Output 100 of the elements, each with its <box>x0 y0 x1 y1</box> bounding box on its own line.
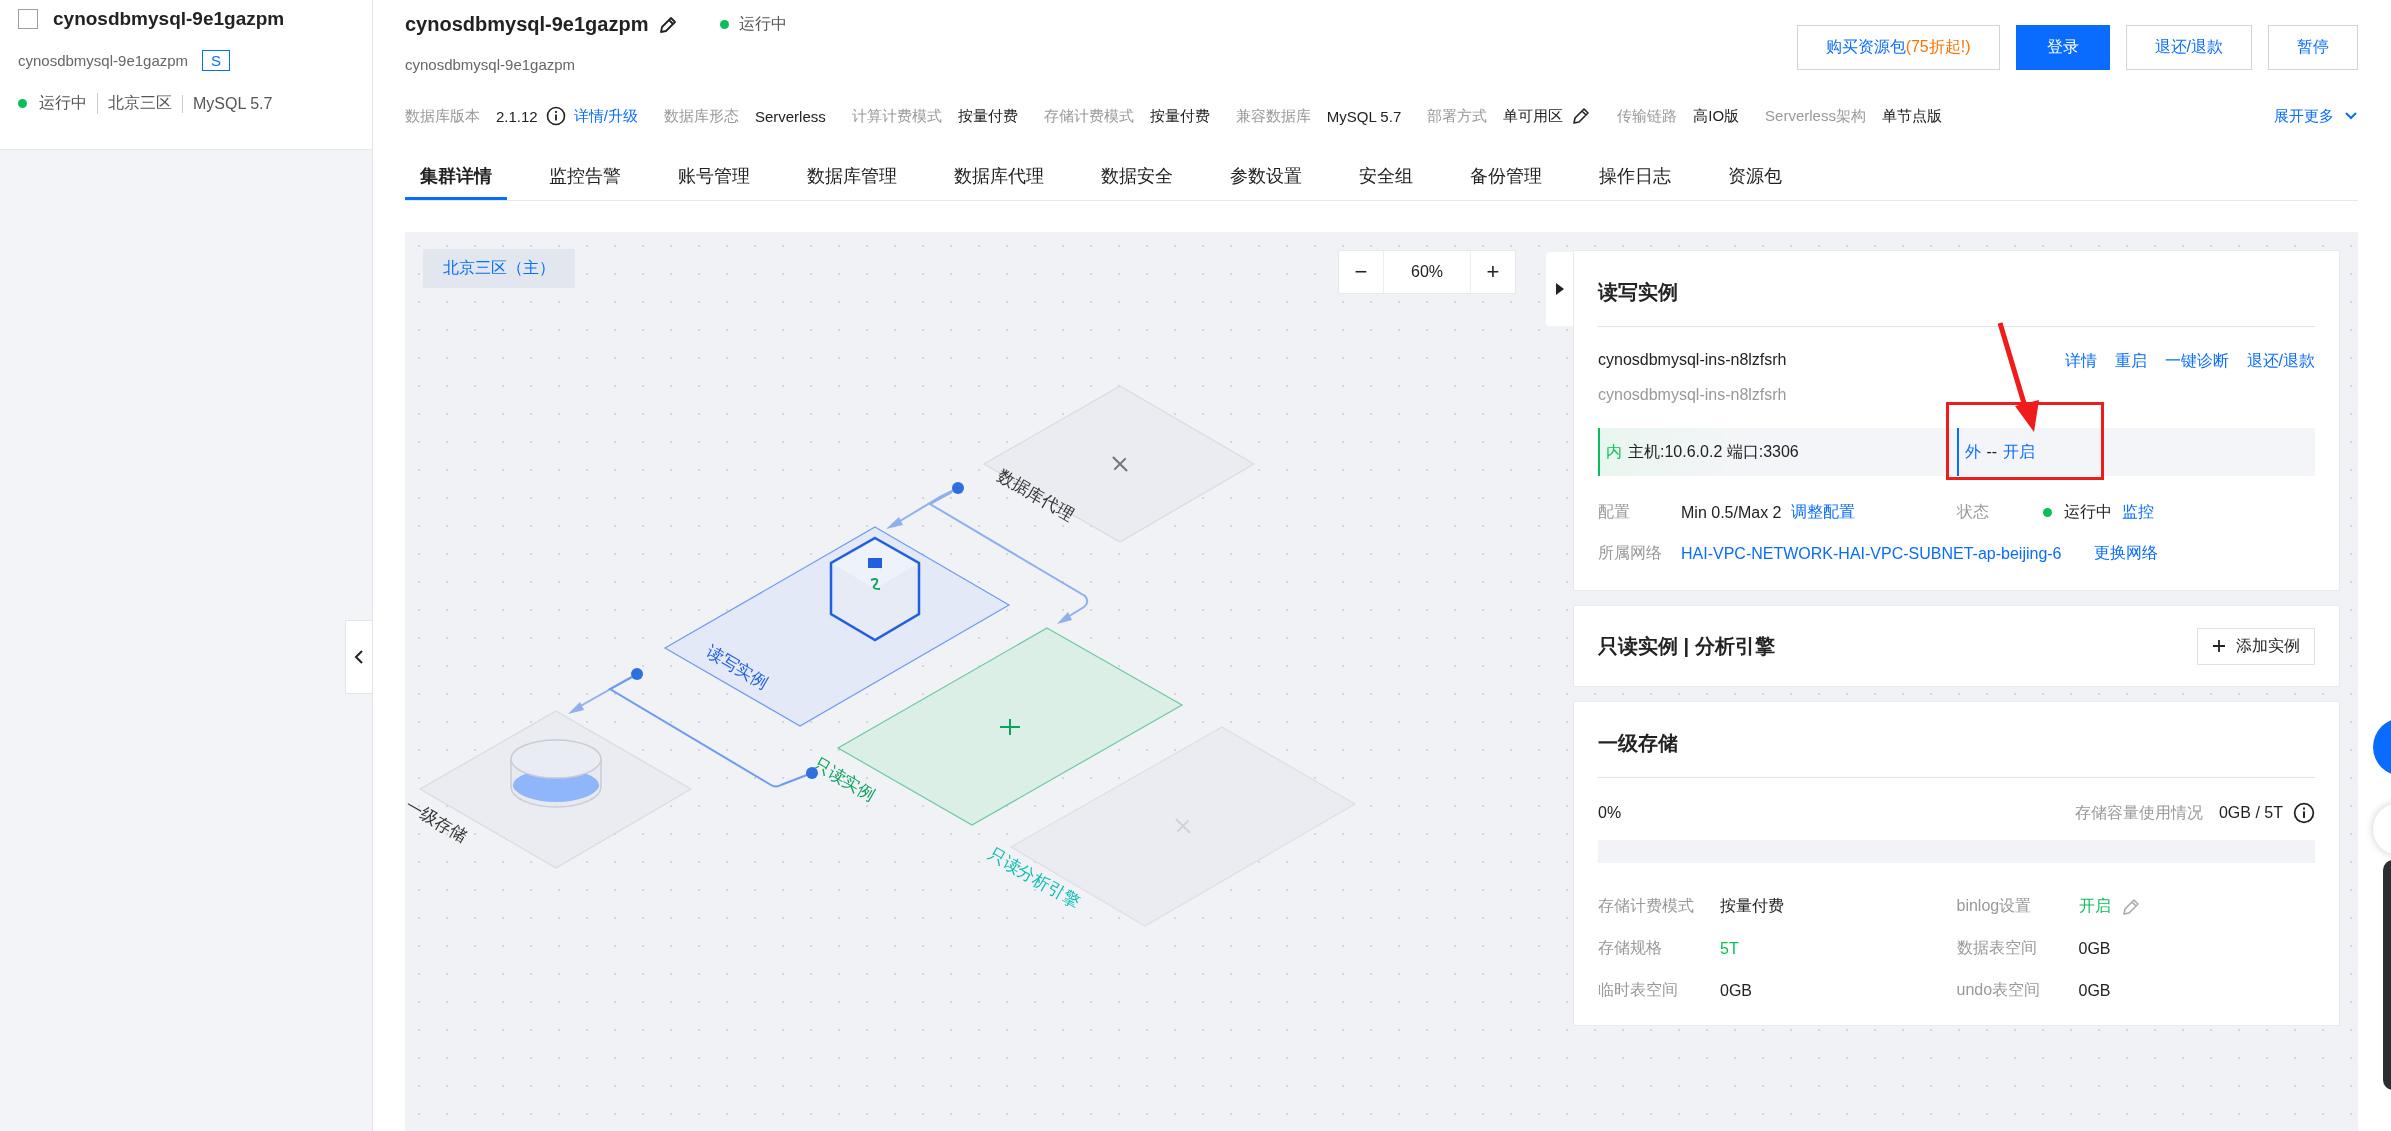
field-value: 0GB <box>2078 939 2111 958</box>
field-label: 临时表空间 <box>1598 980 1679 1000</box>
info-label: Serverless架构 <box>1765 106 1866 126</box>
add-instance-button[interactable]: 添加实例 <box>2197 627 2315 665</box>
tab[interactable]: 监控告警 <box>534 156 636 200</box>
instance-name: cynosdbmysql-9e1gazpm <box>53 8 285 30</box>
field-value: 0GB <box>2078 981 2111 1000</box>
card-title: 只读实例 | 分析引擎 <box>1598 634 1775 659</box>
adjust-config-link[interactable]: 调整配置 <box>1791 502 1856 523</box>
action-link[interactable]: 详情 <box>2064 351 2097 372</box>
tab[interactable]: 数据库管理 <box>792 156 912 200</box>
node-label: 读写实例 <box>703 642 772 693</box>
cluster-status: 运行中 <box>739 14 788 34</box>
info-value: 高IO版 <box>1693 106 1740 126</box>
field-label: 存储计费模式 <box>1598 896 1695 916</box>
action-button[interactable]: 暂停 <box>2268 25 2358 70</box>
info-value: 2.1.12 <box>496 107 538 125</box>
tab[interactable]: 安全组 <box>1344 156 1428 200</box>
intranet-address: 主机:10.6.0.2 端口:3306 <box>1628 441 1799 462</box>
region-tag: 北京三区（主） <box>423 249 575 288</box>
field-value: 按量付费 <box>1720 896 1784 916</box>
database-cube-icon[interactable] <box>829 536 921 642</box>
action-button[interactable]: 购买资源包(75折起!) <box>1796 25 2000 70</box>
tab[interactable]: 数据库代理 <box>939 156 1059 200</box>
tab[interactable]: 账号管理 <box>663 156 765 200</box>
serverless-badge: S <box>202 50 231 71</box>
panel-toggle-button[interactable] <box>1546 252 1573 326</box>
checkbox[interactable] <box>18 9 38 29</box>
network-link[interactable]: HAI-VPC-NETWORK-HAI-VPC-SUBNET-ap-beijing-6 <box>1681 544 2062 563</box>
instance-name: cynosdbmysql-ins-n8lzfsrh <box>1598 351 1787 370</box>
tab[interactable]: 参数设置 <box>1215 156 1317 200</box>
info-label: 存储计费模式 <box>1043 106 1134 126</box>
info-icon[interactable] <box>545 106 566 126</box>
field-label: undo表空间 <box>1956 980 2042 1000</box>
edit-icon[interactable] <box>1571 106 1592 126</box>
chevron-down-icon[interactable] <box>2344 111 2358 121</box>
node-label: 一级存储 <box>405 796 471 847</box>
action-link[interactable]: 重启 <box>2114 351 2147 372</box>
instance-list-item[interactable]: cynosdbmysql-9e1gazpm cynosdbmysql-9e1gazpm S 运行中 北京三区 MySQL 5.7 <box>0 0 372 150</box>
info-label: 部署方式 <box>1427 106 1488 126</box>
intranet-tag: 内 <box>1606 441 1622 463</box>
extranet-address: -- <box>1986 443 1998 461</box>
status-value: 运行中 <box>2063 502 2112 522</box>
field-label: 存储规格 <box>1598 938 1663 958</box>
field-label: 配置 <box>1598 502 1631 522</box>
field-value: 5T <box>1720 939 1739 958</box>
cluster-title: cynosdbmysql-9e1gazpm <box>405 13 649 36</box>
info-value: MySQL 5.7 <box>1326 107 1402 125</box>
info-value: 按量付费 <box>1149 106 1210 126</box>
storage-cylinder-icon[interactable] <box>510 739 602 808</box>
status-dot-icon <box>2042 508 2052 517</box>
usage-percent: 0% <box>1598 804 1622 822</box>
cluster-id: cynosdbmysql-9e1gazpm <box>405 56 577 73</box>
play-icon <box>1554 282 1565 296</box>
instance-id: cynosdbmysql-9e1gazpm <box>18 52 189 69</box>
field-label: 状态 <box>1956 502 1990 522</box>
action-link[interactable]: 退还/退款 <box>2246 351 2315 372</box>
zoom-out-button[interactable]: − <box>1339 251 1383 293</box>
tab[interactable]: 数据安全 <box>1086 156 1188 200</box>
field-label: 数据表空间 <box>1956 938 2038 958</box>
field-value: 开启 <box>2078 896 2111 916</box>
instance-id: cynosdbmysql-ins-n8lzfsrh <box>1598 386 1788 404</box>
instance-region: 北京三区 <box>97 93 172 114</box>
tab[interactable]: 资源包 <box>1713 156 1797 200</box>
login-button[interactable]: 登录 <box>2015 25 2110 70</box>
chevron-left-icon <box>353 649 365 665</box>
zoom-level: 60% <box>1383 251 1471 293</box>
field-value: 0GB <box>1720 981 1752 1000</box>
enable-link[interactable]: 开启 <box>2003 441 2036 463</box>
config-value: Min 0.5/Max 2 <box>1681 503 1782 522</box>
info-icon[interactable] <box>2293 802 2315 824</box>
instance-status: 运行中 <box>39 93 87 113</box>
field-label: binlog设置 <box>1956 896 2033 916</box>
plus-icon <box>2212 639 2226 653</box>
monitor-link[interactable]: 监控 <box>2121 502 2154 523</box>
tab[interactable]: 集群详情 <box>405 156 507 200</box>
info-value: 按量付费 <box>957 106 1018 126</box>
action-link[interactable]: 一键诊断 <box>2164 351 2229 372</box>
card-title: 读写实例 <box>1598 280 1679 305</box>
zoom-in-button[interactable]: + <box>1471 251 1515 293</box>
info-label: 传输链路 <box>1617 106 1678 126</box>
info-value: 单节点版 <box>1881 106 1942 126</box>
edit-icon[interactable] <box>658 14 679 35</box>
expand-more-link[interactable]: 展开更多 <box>2274 106 2334 126</box>
extranet-tag: 外 <box>1964 441 1981 463</box>
action-button[interactable]: 退还/退款 <box>2125 25 2252 70</box>
info-label: 兼容数据库 <box>1235 106 1311 126</box>
tab[interactable]: 备份管理 <box>1455 156 1557 200</box>
info-value: 单可用区 <box>1503 106 1564 126</box>
node-label: 只读分析引擎 <box>985 844 1083 912</box>
tab[interactable]: 操作日志 <box>1584 156 1686 200</box>
card-title: 一级存储 <box>1598 731 1679 756</box>
info-value: Serverless <box>754 107 826 125</box>
info-label: 数据库版本 <box>405 106 480 126</box>
change-network-link[interactable]: 更换网络 <box>2093 543 2158 564</box>
info-label: 计算计费模式 <box>851 106 942 126</box>
info-label: 数据库形态 <box>663 106 739 126</box>
upgrade-link[interactable]: 详情/升级 <box>573 106 638 126</box>
usage-label: 存储容量使用情况 <box>2074 802 2203 823</box>
proxy-node-plate[interactable] <box>982 385 1256 543</box>
